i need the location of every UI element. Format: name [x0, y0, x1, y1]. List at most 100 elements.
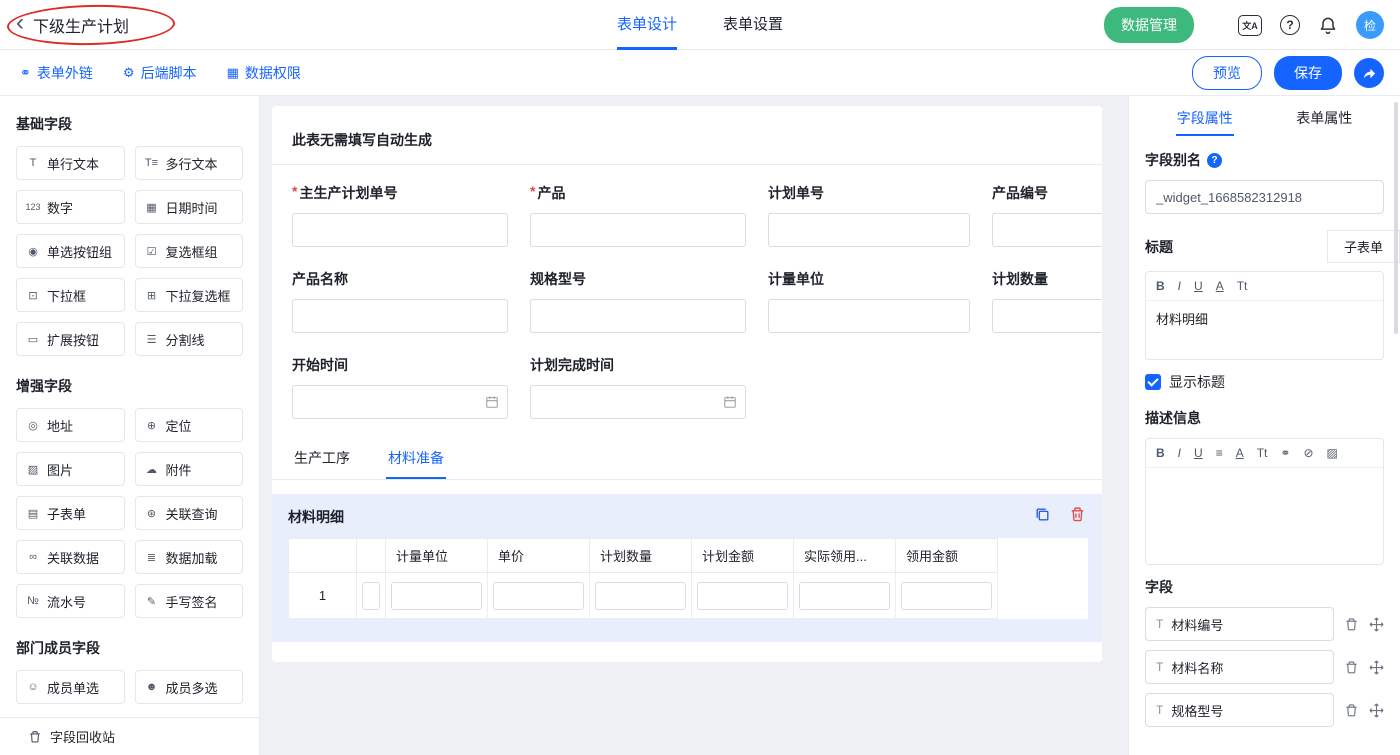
field-item-relation-query[interactable]: ⊛关联查询 — [135, 496, 244, 530]
underline-icon[interactable]: U — [1194, 446, 1203, 460]
field-item-checkbox-group[interactable]: ☑复选框组 — [135, 234, 244, 268]
drag-move-icon[interactable] — [1369, 660, 1384, 675]
field-recycle-bin[interactable]: 字段回收站 — [0, 717, 259, 755]
product-name-input[interactable] — [293, 300, 499, 332]
form-field-product-name[interactable]: 产品名称 — [292, 269, 508, 333]
form-external-link[interactable]: ⚭ 表单外链 — [20, 63, 93, 83]
italic-icon[interactable]: I — [1178, 446, 1181, 460]
tab-production-process[interactable]: 生产工序 — [292, 439, 352, 479]
tab-form-design[interactable]: 表单设计 — [617, 0, 677, 50]
drag-move-icon[interactable] — [1369, 703, 1384, 718]
alias-help-icon[interactable]: ? — [1207, 153, 1222, 168]
field-item-divider[interactable]: ☰分割线 — [135, 322, 244, 356]
start-time-input[interactable] — [293, 386, 485, 418]
underline-icon[interactable]: U — [1194, 279, 1203, 293]
share-button[interactable] — [1354, 58, 1384, 88]
font-color-icon[interactable]: A — [1236, 446, 1244, 460]
language-icon[interactable]: 文A — [1238, 15, 1262, 36]
product-code-input[interactable] — [993, 214, 1102, 246]
spec-model-input[interactable] — [531, 300, 737, 332]
plan-no-input[interactable] — [769, 214, 961, 246]
field-item-radio-group[interactable]: ◉单选按钮组 — [16, 234, 125, 268]
field-item-single-line-text[interactable]: T单行文本 — [16, 146, 125, 180]
delete-field-icon[interactable] — [1344, 617, 1359, 632]
checkbox-checked-icon[interactable] — [1145, 374, 1161, 390]
field-item-data-load[interactable]: ≣数据加载 — [135, 540, 244, 574]
plan-amount-cell-input[interactable] — [697, 582, 788, 610]
plan-qty-input[interactable] — [993, 300, 1102, 332]
panel-scrollbar[interactable] — [1394, 102, 1398, 334]
delete-field-icon[interactable] — [1344, 703, 1359, 718]
italic-icon[interactable]: I — [1178, 279, 1181, 293]
insert-image-icon[interactable]: ▨ — [1327, 446, 1338, 460]
form-field-start-time[interactable]: 开始时间 — [292, 355, 508, 419]
form-field-plan-no[interactable]: 计划单号 — [768, 183, 970, 247]
bold-icon[interactable]: B — [1156, 279, 1165, 293]
description-editor-content[interactable] — [1146, 468, 1383, 564]
drag-move-icon[interactable] — [1369, 617, 1384, 632]
field-item-attachment[interactable]: ☁附件 — [135, 452, 244, 486]
field-item-multi-line-text[interactable]: T≡多行文本 — [135, 146, 244, 180]
field-item-multi-dropdown[interactable]: ⊞下拉复选框 — [135, 278, 244, 312]
save-button[interactable]: 保存 — [1274, 56, 1342, 90]
form-field-product-code[interactable]: 产品编号 — [992, 183, 1102, 247]
delete-field-icon[interactable] — [1344, 660, 1359, 675]
row-handle-input[interactable] — [362, 582, 380, 610]
remove-link-icon[interactable]: ⊘ — [1303, 446, 1313, 460]
notification-bell-icon[interactable] — [1318, 15, 1338, 35]
field-list-item[interactable]: T 材料编号 — [1145, 607, 1334, 641]
preview-button[interactable]: 预览 — [1192, 56, 1262, 90]
form-field-plan-qty[interactable]: 计划数量 — [992, 269, 1102, 333]
price-cell-input[interactable] — [493, 582, 584, 610]
field-item-address[interactable]: ◎地址 — [16, 408, 125, 442]
field-item-subform[interactable]: ▤子表单 — [16, 496, 125, 530]
align-icon[interactable]: ≡ — [1216, 446, 1223, 460]
data-manage-button[interactable]: 数据管理 — [1104, 7, 1194, 43]
form-field-finish-time[interactable]: 计划完成时间 — [530, 355, 746, 419]
field-item-location[interactable]: ⊕定位 — [135, 408, 244, 442]
subform-material-detail[interactable]: 材料明细 计量单位 单价 计划数 — [272, 494, 1102, 642]
tab-field-properties[interactable]: 字段属性 — [1145, 96, 1265, 140]
field-item-signature[interactable]: ✎手写签名 — [135, 584, 244, 618]
field-item-image[interactable]: ▨图片 — [16, 452, 125, 486]
unit-cell-input[interactable] — [391, 582, 482, 610]
help-icon[interactable]: ? — [1280, 15, 1300, 35]
font-color-icon[interactable]: A — [1216, 279, 1224, 293]
description-rich-editor[interactable]: B I U ≡ A Tt ⚭ ⊘ ▨ — [1145, 438, 1384, 565]
bold-icon[interactable]: B — [1156, 446, 1165, 460]
tab-material-preparation[interactable]: 材料准备 — [386, 439, 446, 479]
field-item-dropdown[interactable]: ⊡下拉框 — [16, 278, 125, 312]
field-list-item[interactable]: T 规格型号 — [1145, 693, 1334, 727]
title-rich-editor[interactable]: B I U A Tt 材料明细 — [1145, 271, 1384, 360]
form-field-unit[interactable]: 计量单位 — [768, 269, 970, 333]
data-permission-link[interactable]: ▦ 数据权限 — [227, 63, 301, 83]
form-field-spec-model[interactable]: 规格型号 — [530, 269, 746, 333]
font-size-icon[interactable]: Tt — [1257, 446, 1268, 460]
field-item-relation-data[interactable]: ∞关联数据 — [16, 540, 125, 574]
show-title-checkbox-row[interactable]: 显示标题 — [1145, 372, 1384, 392]
tab-form-properties[interactable]: 表单属性 — [1265, 96, 1385, 140]
font-size-icon[interactable]: Tt — [1237, 279, 1248, 293]
actual-usage-cell-input[interactable] — [799, 582, 890, 610]
copy-icon[interactable] — [1034, 506, 1051, 528]
backend-script-link[interactable]: ⚙ 后端脚本 — [123, 63, 197, 83]
finish-time-input[interactable] — [531, 386, 723, 418]
delete-icon[interactable] — [1069, 506, 1086, 528]
field-item-member-single[interactable]: ☺成员单选 — [16, 670, 125, 704]
unit-input[interactable] — [769, 300, 961, 332]
field-item-number[interactable]: 123数字 — [16, 190, 125, 224]
field-item-serial-number[interactable]: №流水号 — [16, 584, 125, 618]
insert-link-icon[interactable]: ⚭ — [1280, 446, 1290, 460]
field-item-extend-button[interactable]: ▭扩展按钮 — [16, 322, 125, 356]
usage-amount-cell-input[interactable] — [901, 582, 992, 610]
tab-form-settings[interactable]: 表单设置 — [723, 0, 783, 50]
product-input[interactable] — [531, 214, 737, 246]
form-field-master-plan-no[interactable]: *主生产计划单号 — [292, 183, 508, 247]
plan-qty-cell-input[interactable] — [595, 582, 686, 610]
field-item-datetime[interactable]: ▦日期时间 — [135, 190, 244, 224]
user-avatar[interactable]: 检 — [1356, 11, 1384, 39]
field-list-item[interactable]: T 材料名称 — [1145, 650, 1334, 684]
form-field-product[interactable]: *产品 — [530, 183, 746, 247]
title-editor-content[interactable]: 材料明细 — [1146, 301, 1383, 359]
field-alias-input[interactable] — [1145, 180, 1384, 214]
